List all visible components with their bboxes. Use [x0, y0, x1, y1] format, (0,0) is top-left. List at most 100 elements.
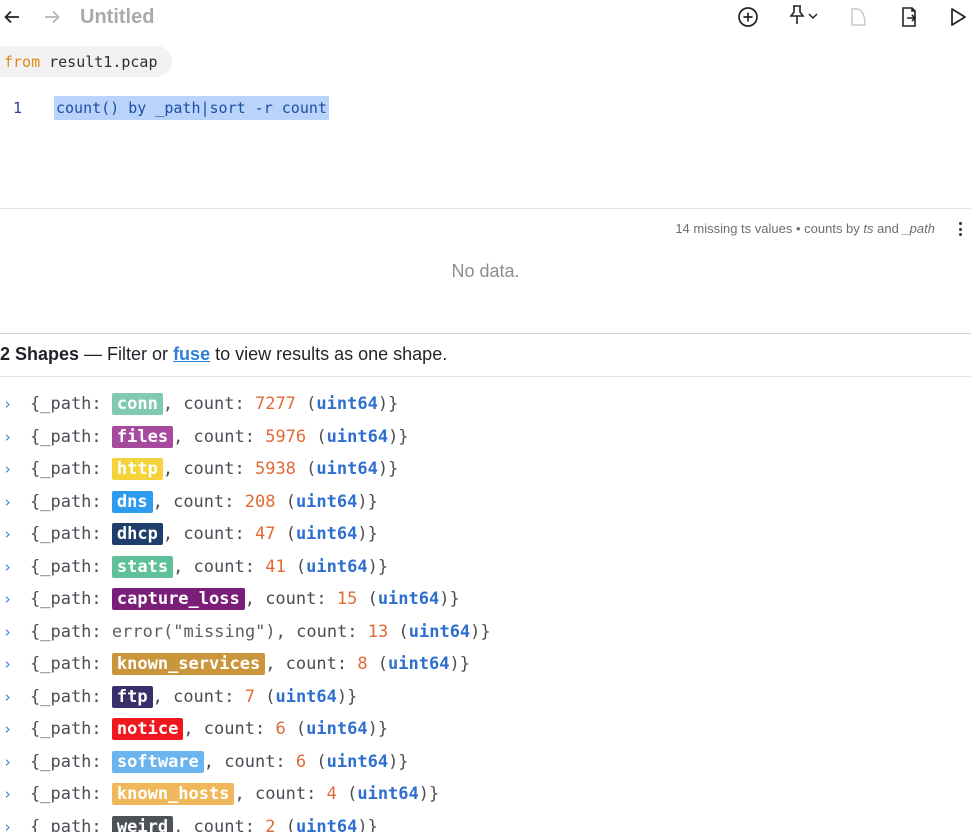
type-open-paren: (	[357, 589, 378, 610]
pin-menu-button[interactable]	[783, 4, 823, 29]
arrow-left-icon[interactable]	[0, 5, 24, 29]
path-tag[interactable]: http	[111, 458, 163, 481]
chevron-right-icon[interactable]: ›	[0, 460, 30, 478]
path-tag[interactable]: conn	[111, 393, 163, 416]
chevron-right-icon[interactable]: ›	[0, 623, 30, 641]
record-row[interactable]: › {_path: http, count: 5938 (uint64)}	[0, 453, 971, 486]
record-row[interactable]: › {_path: notice, count: 6 (uint64)}	[0, 713, 971, 746]
chevron-right-icon[interactable]: ›	[0, 818, 30, 832]
path-tag[interactable]: notice	[111, 718, 184, 741]
chevron-right-icon[interactable]: ›	[0, 558, 30, 576]
record-field-count-label: , count:	[173, 556, 266, 577]
record-row[interactable]: › {_path: error("missing"), count: 13 (ui…	[0, 616, 971, 649]
chevron-right-icon[interactable]: ›	[0, 655, 30, 673]
record-row[interactable]: › {_path: known_services, count: 8 (uint6…	[0, 648, 971, 681]
record-field-path-label: {_path:	[30, 816, 112, 832]
record-row[interactable]: › {_path: dhcp, count: 47 (uint64)}	[0, 518, 971, 551]
path-tag[interactable]: known_services	[111, 653, 266, 676]
record-close: )}	[418, 784, 440, 805]
divider	[0, 376, 971, 377]
export-icon[interactable]	[897, 5, 921, 29]
path-tag[interactable]: files	[111, 425, 174, 448]
record-row[interactable]: › {_path: software, count: 6 (uint64)}	[0, 746, 971, 779]
query-editor[interactable]: 1 count() by _path|sort -r count	[0, 92, 971, 208]
count-value[interactable]: 4	[327, 784, 337, 804]
chevron-right-icon[interactable]: ›	[0, 785, 30, 803]
record-row[interactable]: › {_path: weird, count: 2 (uint64)}	[0, 811, 971, 832]
file-icon[interactable]	[846, 5, 870, 29]
count-value[interactable]: 208	[245, 492, 276, 512]
record-field-count-label: , count:	[275, 621, 368, 642]
count-value[interactable]: 41	[265, 557, 285, 577]
path-tag[interactable]: stats	[111, 555, 174, 578]
record-close: )}	[357, 816, 378, 832]
record-row[interactable]: › {_path: files, count: 5976 (uint64)}	[0, 421, 971, 454]
chevron-right-icon[interactable]: ›	[0, 428, 30, 446]
count-value[interactable]: 6	[275, 719, 285, 739]
record-row[interactable]: › {_path: ftp, count: 7 (uint64)}	[0, 681, 971, 714]
count-value[interactable]: 2	[265, 817, 275, 832]
type-open-paren: (	[285, 556, 307, 577]
record-field-path-label: {_path:	[30, 556, 112, 577]
more-options-icon[interactable]	[952, 219, 968, 239]
shapes-count: 2 Shapes	[0, 344, 80, 364]
record-field-count-label: , count:	[173, 816, 266, 832]
record-field-path-label: {_path:	[30, 524, 112, 545]
count-value[interactable]: 8	[357, 654, 367, 674]
record-field-path-label: {_path:	[30, 394, 112, 415]
count-value[interactable]: 5976	[265, 427, 306, 447]
count-value[interactable]: 47	[255, 524, 275, 544]
from-source-pill[interactable]: from result1.pcap	[0, 46, 172, 77]
fuse-link[interactable]: fuse	[173, 344, 210, 364]
chevron-right-icon[interactable]: ›	[0, 753, 30, 771]
count-value[interactable]: 7277	[255, 394, 296, 414]
page-title[interactable]: Untitled	[80, 6, 154, 29]
type-label: uint64	[275, 686, 337, 707]
type-open-paren: (	[306, 751, 327, 772]
record-row[interactable]: › {_path: dns, count: 208 (uint64)}	[0, 486, 971, 519]
record-row[interactable]: › {_path: conn, count: 7277 (uint64)}	[0, 388, 971, 421]
histogram-meta-field-ts: ts	[863, 221, 874, 236]
divider	[0, 208, 971, 209]
path-tag[interactable]: ftp	[111, 685, 153, 708]
chevron-right-icon[interactable]: ›	[0, 688, 30, 706]
count-value[interactable]: 13	[368, 622, 388, 642]
path-tag[interactable]: dhcp	[111, 523, 163, 546]
count-value[interactable]: 15	[337, 589, 357, 609]
count-value[interactable]: 6	[296, 752, 306, 772]
path-error-value[interactable]: error("missing")	[112, 622, 276, 642]
play-icon[interactable]	[946, 5, 970, 29]
record-row[interactable]: › {_path: known_hosts, count: 4 (uint64)}	[0, 778, 971, 811]
record-field-path-label: {_path:	[30, 751, 112, 772]
record-row[interactable]: › {_path: stats, count: 41 (uint64)}	[0, 551, 971, 584]
record-field-count-label: , count:	[162, 459, 255, 480]
histogram-empty-text: No data.	[451, 261, 520, 281]
chevron-right-icon[interactable]: ›	[0, 493, 30, 511]
record-close: )}	[377, 459, 399, 480]
type-label: uint64	[316, 394, 378, 415]
add-circle-icon[interactable]	[736, 5, 760, 29]
count-value[interactable]: 7	[245, 687, 255, 707]
query-code[interactable]: count() by _path|sort -r count	[54, 96, 329, 120]
type-label: uint64	[295, 816, 358, 832]
chevron-right-icon[interactable]: ›	[0, 720, 30, 738]
type-label: uint64	[408, 621, 471, 642]
path-tag[interactable]: capture_loss	[111, 588, 245, 611]
record-field-path-label: {_path:	[30, 621, 112, 642]
arrow-right-icon[interactable]	[40, 5, 64, 29]
histogram-meta-and: and	[873, 221, 903, 236]
path-tag[interactable]: weird	[111, 815, 174, 832]
chevron-right-icon[interactable]: ›	[0, 590, 30, 608]
line-number: 1	[13, 99, 23, 117]
path-tag[interactable]: software	[111, 750, 204, 773]
path-tag[interactable]: dns	[111, 490, 153, 513]
chevron-right-icon[interactable]: ›	[0, 525, 30, 543]
count-value[interactable]: 5938	[255, 459, 296, 479]
record-row[interactable]: › {_path: capture_loss, count: 15 (uint64…	[0, 583, 971, 616]
divider[interactable]	[0, 333, 971, 334]
histogram-meta: 14 missing ts values • counts by ts and …	[675, 221, 935, 236]
record-close: )}	[388, 426, 409, 447]
shapes-header: 2 Shapes — Filter or fuse to view result…	[0, 344, 447, 365]
path-tag[interactable]: known_hosts	[111, 783, 235, 806]
chevron-right-icon[interactable]: ›	[0, 395, 30, 413]
